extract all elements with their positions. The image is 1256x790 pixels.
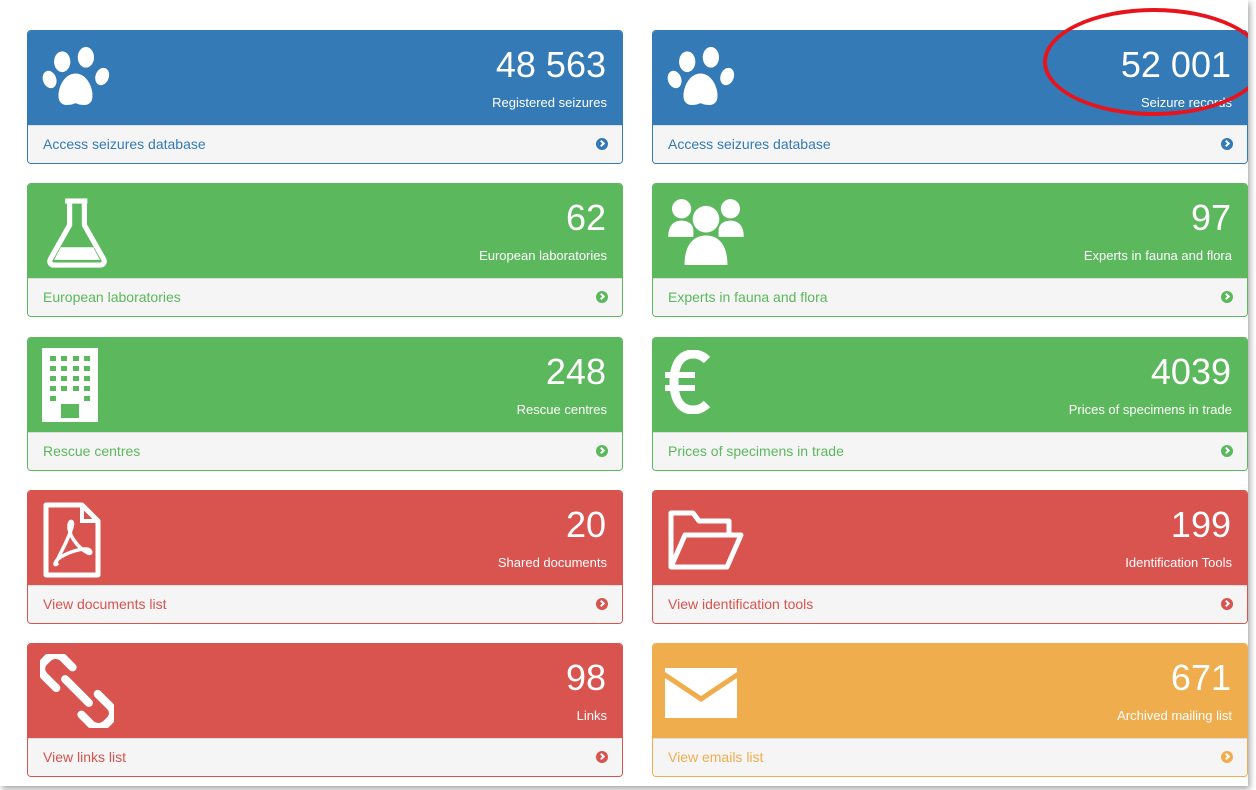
arrow-circle-right-icon[interactable] [596, 751, 608, 763]
footer-link-label[interactable]: European laboratories [43, 289, 181, 305]
panel-footer-link[interactable]: Access seizures database [653, 125, 1247, 163]
panel-rescue-centres: 248 Rescue centres Rescue centres [27, 337, 623, 471]
arrow-circle-right-icon[interactable] [1221, 751, 1233, 763]
panel-heading: 62 European laboratories [28, 184, 622, 278]
footer-link-label[interactable]: View identification tools [668, 596, 813, 612]
link-icon [40, 654, 114, 728]
paw-icon [665, 41, 739, 115]
envelope-icon [665, 666, 737, 718]
count-value: 48 563 [495, 44, 606, 85]
arrow-circle-right-icon[interactable] [1221, 138, 1233, 150]
panel-footer-link[interactable]: View emails list [653, 738, 1247, 776]
panel-footer-link[interactable]: View documents list [28, 585, 622, 623]
panel-footer-link[interactable]: Experts in fauna and flora [653, 278, 1247, 316]
count-label: Experts in fauna and flora [1083, 248, 1232, 263]
count-label: Archived mailing list [1117, 708, 1232, 723]
count-label: Registered seizures [492, 95, 607, 110]
count-value: 98 [565, 657, 606, 698]
panel-footer-link[interactable]: Prices of specimens in trade [653, 432, 1247, 470]
arrow-circle-right-icon[interactable] [1221, 598, 1233, 610]
arrow-circle-right-icon[interactable] [596, 291, 608, 303]
count-label: Prices of specimens in trade [1068, 402, 1232, 417]
count-value: 20 [565, 504, 606, 545]
arrow-circle-right-icon[interactable] [596, 598, 608, 610]
arrow-circle-right-icon[interactable] [596, 445, 608, 457]
footer-link-label[interactable]: Rescue centres [43, 443, 140, 459]
pdf-file-icon [42, 501, 102, 579]
count-value: 671 [1170, 657, 1231, 698]
count-label: Identification Tools [1125, 555, 1232, 570]
footer-link-label[interactable]: Access seizures database [43, 136, 206, 152]
panel-heading: 48 563 Registered seizures [28, 31, 622, 125]
count-value: 199 [1170, 504, 1231, 545]
folder-open-icon [665, 505, 745, 575]
count-label: Links [576, 708, 607, 723]
count-label: European laboratories [479, 248, 607, 263]
dashboard: 48 563 Registered seizures Access seizur… [0, 0, 1248, 786]
panel-footer-link[interactable]: View links list [28, 738, 622, 776]
panel-footer-link[interactable]: Access seizures database [28, 125, 622, 163]
count-label: Rescue centres [516, 402, 607, 417]
footer-link-label[interactable]: View emails list [668, 749, 763, 765]
panel-heading: 671 Archived mailing list [653, 644, 1247, 738]
panel-experts: 97 Experts in fauna and flora Experts in… [652, 183, 1248, 317]
flask-icon [40, 194, 114, 268]
panel-footer-link[interactable]: View identification tools [653, 585, 1247, 623]
panel-footer-link[interactable]: European laboratories [28, 278, 622, 316]
panel-heading: 199 Identification Tools [653, 491, 1247, 585]
panel-heading: 98 Links [28, 644, 622, 738]
footer-link-label[interactable]: View documents list [43, 596, 166, 612]
arrow-circle-right-icon[interactable] [1221, 445, 1233, 457]
count-value: 62 [565, 197, 606, 238]
panel-heading: 52 001 Seizure records [653, 31, 1247, 125]
footer-link-label[interactable]: View links list [43, 749, 126, 765]
footer-link-label[interactable]: Access seizures database [668, 136, 831, 152]
arrow-circle-right-icon[interactable] [596, 138, 608, 150]
count-label: Shared documents [497, 555, 607, 570]
panel-prices: 4039 Prices of specimens in trade Prices… [652, 337, 1248, 471]
count-label: Seizure records [1140, 95, 1232, 110]
panel-heading: 20 Shared documents [28, 491, 622, 585]
building-icon [42, 348, 98, 422]
users-icon [665, 194, 747, 268]
panel-heading: 248 Rescue centres [28, 338, 622, 432]
panel-european-laboratories: 62 European laboratories European labora… [27, 183, 623, 317]
panel-archived-mailing-list: 671 Archived mailing list View emails li… [652, 643, 1248, 777]
panel-shared-documents: 20 Shared documents View documents list [27, 490, 623, 624]
panel-identification-tools: 199 Identification Tools View identifica… [652, 490, 1248, 624]
footer-link-label[interactable]: Prices of specimens in trade [668, 443, 844, 459]
count-value: 97 [1190, 197, 1231, 238]
count-value: 248 [545, 351, 606, 392]
panel-heading: 97 Experts in fauna and flora [653, 184, 1247, 278]
paw-icon [40, 41, 114, 115]
panel-footer-link[interactable]: Rescue centres [28, 432, 622, 470]
panel-links: 98 Links View links list [27, 643, 623, 777]
arrow-circle-right-icon[interactable] [1221, 291, 1233, 303]
count-value: 52 001 [1120, 44, 1231, 85]
panel-seizure-records: 52 001 Seizure records Access seizures d… [652, 30, 1248, 164]
euro-icon [665, 350, 711, 414]
panel-registered-seizures: 48 563 Registered seizures Access seizur… [27, 30, 623, 164]
count-value: 4039 [1150, 351, 1231, 392]
footer-link-label[interactable]: Experts in fauna and flora [668, 289, 828, 305]
panel-heading: 4039 Prices of specimens in trade [653, 338, 1247, 432]
